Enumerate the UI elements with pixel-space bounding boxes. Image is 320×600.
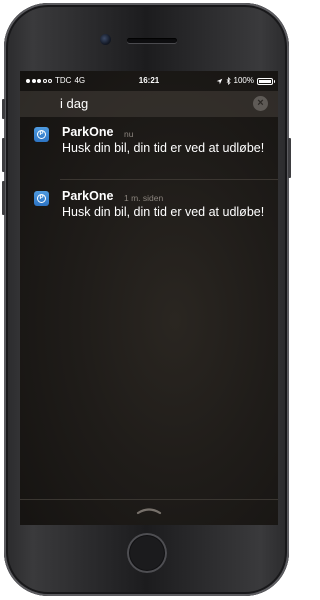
battery-level-fill	[259, 79, 271, 83]
power-button	[288, 138, 291, 178]
home-button[interactable]	[127, 533, 167, 573]
section-title: i dag	[60, 96, 89, 111]
battery-icon	[257, 77, 275, 85]
parking-icon: P	[34, 191, 49, 206]
notification-app-name: ParkOne	[62, 189, 114, 203]
notification-app-name: ParkOne	[62, 125, 114, 139]
notification-message: Husk din bil, din tid er ved at udløbe!	[62, 205, 265, 219]
today-section-header: i dag ×	[20, 91, 278, 117]
bottom-divider	[20, 499, 278, 500]
status-right: 100%	[216, 71, 275, 91]
notification-message: Husk din bil, din tid er ved at udløbe!	[62, 141, 265, 155]
notification-time: nu	[124, 129, 134, 139]
chevron-up-icon[interactable]	[136, 505, 162, 515]
close-icon: ×	[257, 97, 264, 109]
status-bar: TDC 4G 16:21 100%	[20, 71, 278, 91]
notification-item[interactable]: P ParkOne 1 m. siden Husk din bil, din t…	[20, 186, 278, 246]
location-arrow-icon	[216, 78, 222, 84]
notification-time: 1 m. siden	[124, 193, 164, 203]
battery-percent: 100%	[233, 76, 254, 85]
phone-screen: TDC 4G 16:21 100% i dag × P ParkOne nu H…	[20, 71, 278, 525]
mute-switch	[2, 99, 5, 119]
volume-down-button	[2, 181, 5, 215]
volume-up-button	[2, 138, 5, 172]
clear-notifications-button[interactable]: ×	[253, 96, 268, 111]
bluetooth-icon	[226, 77, 231, 85]
notification-divider	[60, 179, 278, 180]
phone-frame: TDC 4G 16:21 100% i dag × P ParkOne nu H…	[2, 3, 291, 596]
parking-icon: P	[34, 127, 49, 142]
notification-item[interactable]: P ParkOne nu Husk din bil, din tid er ve…	[20, 122, 278, 182]
earpiece-speaker	[127, 38, 177, 43]
front-camera	[100, 34, 111, 45]
